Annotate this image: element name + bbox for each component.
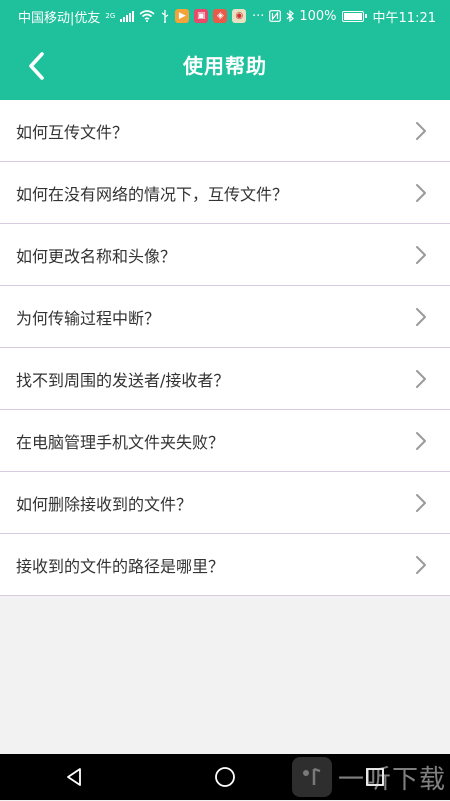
help-item-label: 如何更改名称和头像？ [16,246,177,266]
nfc-icon [269,10,282,22]
help-list-item[interactable]: 为何传输过程中断？ [0,286,450,348]
wifi-icon [139,10,155,22]
status-bar: 中国移动|优友 2G ▶ ▣ ◈ ◉ ··· 100% 中午11:21 [0,0,450,32]
help-item-label: 如何互传文件？ [16,122,129,142]
bluetooth-icon [286,10,295,22]
eye-app-icon: ◉ [232,9,247,23]
help-item-label: 找不到周围的发送者/接收者？ [16,370,230,390]
circle-home-icon [215,767,235,787]
watermark-logo-icon [291,757,332,797]
chevron-right-icon [416,555,426,574]
chevron-right-icon [416,245,426,264]
battery-icon [341,10,367,22]
game-app-icon: ◈ [213,9,228,23]
chevron-right-icon [416,183,426,202]
help-list-item[interactable]: 如何更改名称和头像？ [0,224,450,286]
usb-icon [161,9,169,23]
nav-back-button[interactable] [51,754,99,800]
help-item-label: 接收到的文件的路径是哪里？ [16,556,225,576]
help-list-item[interactable]: 如何互传文件？ [0,100,450,162]
chevron-right-icon [416,121,426,140]
help-list-item[interactable]: 找不到周围的发送者/接收者？ [0,348,450,410]
status-left: 中国移动|优友 2G ▶ ▣ ◈ ◉ [18,7,247,26]
help-item-label: 如何删除接收到的文件？ [16,494,193,514]
watermark-text: 一听下载 [337,764,446,795]
header-bar: 使用帮助 [0,32,450,100]
chevron-right-icon [416,431,426,450]
help-item-label: 为何传输过程中断？ [16,308,161,328]
chevron-right-icon [416,369,426,388]
help-item-label: 如何在没有网络的情况下，互传文件？ [16,184,289,204]
chevron-right-icon [416,493,426,512]
page-title: 使用帮助 [183,54,267,78]
help-list-item[interactable]: 接收到的文件的路径是哪里？ [0,534,450,596]
nav-home-button[interactable] [201,754,249,800]
more-notifications-icon: ··· [251,8,265,24]
video-app-icon: ▣ [194,9,209,23]
status-right: ··· 100% 中午11:21 [252,7,436,26]
back-arrow-icon [29,52,44,80]
chevron-right-icon [416,307,426,326]
battery-percent: 100% [299,8,337,24]
triangle-back-icon [67,768,81,786]
help-list-item[interactable]: 如何在没有网络的情况下，互传文件？ [0,162,450,224]
help-topic-list: 如何互传文件？ 如何在没有网络的情况下，互传文件？ 如何更改名称和头像？ 为何传输过程… [0,100,450,596]
play-app-icon: ▶ [175,9,190,23]
carrier-label: 中国移动|优友 [18,10,101,26]
clock: 中午11:21 [372,10,436,26]
signal-icon [120,10,135,22]
help-list-item[interactable]: 在电脑管理手机文件夹失败？ [0,410,450,472]
back-button[interactable] [14,44,58,88]
help-list-item[interactable]: 如何删除接收到的文件？ [0,472,450,534]
help-item-label: 在电脑管理手机文件夹失败？ [16,432,225,452]
watermark: 一听下载 [291,754,450,800]
network-type: 2G [105,12,116,20]
